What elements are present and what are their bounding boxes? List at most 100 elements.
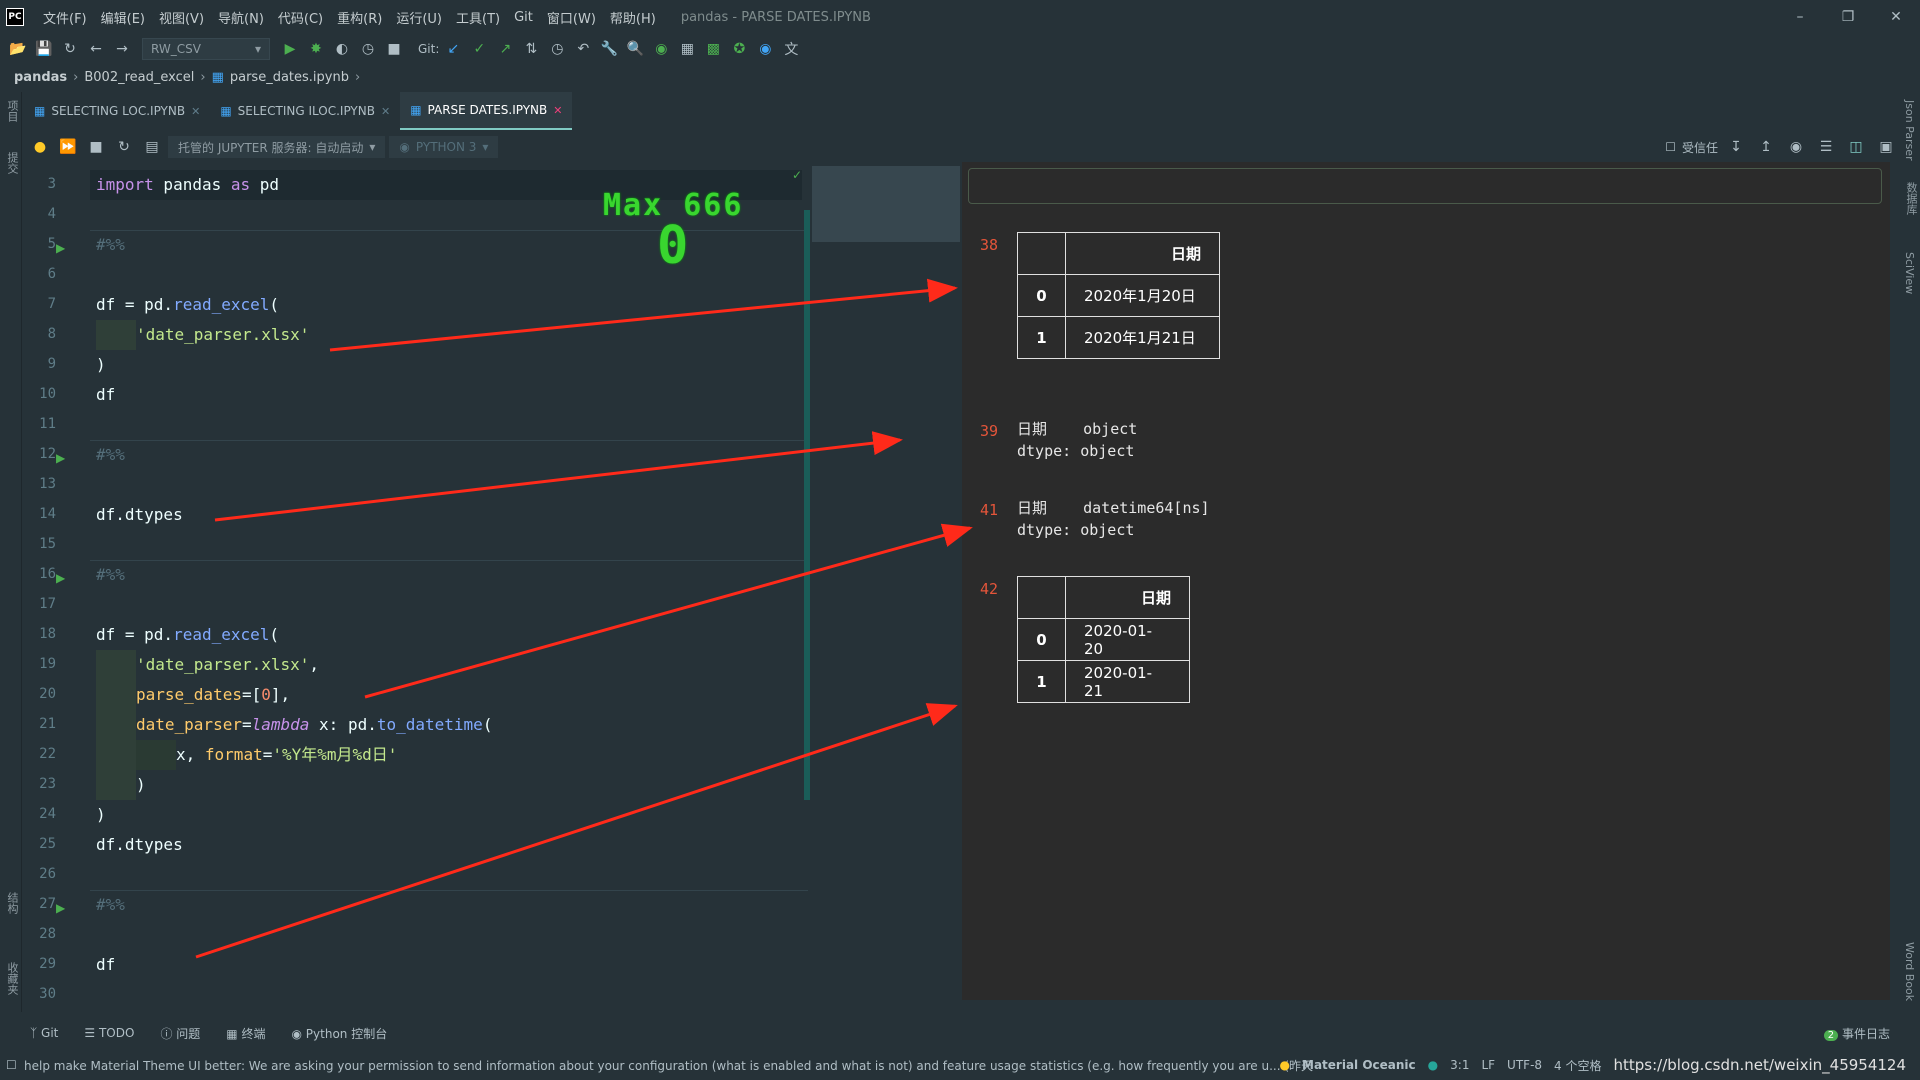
move-down-icon[interactable]: ↧ <box>1724 135 1748 159</box>
sciview-tool-label[interactable]: SciView <box>1903 252 1916 294</box>
back-icon[interactable]: ← <box>84 37 108 61</box>
check-icon: ✓ <box>792 168 803 182</box>
minimize-icon[interactable]: – <box>1776 0 1824 34</box>
structure-icon[interactable]: ▦ <box>675 37 699 61</box>
code-editor[interactable]: import pandas as pd #%% df = pd.read_exc… <box>90 170 808 1000</box>
output-text: 日期 object dtype: object <box>1017 420 1138 460</box>
plugin-icon[interactable]: ✪ <box>727 37 751 61</box>
code-line: 'date_parser.xlsx', <box>96 650 319 680</box>
restart-kernel-icon[interactable]: ↻ <box>112 135 136 159</box>
chevron-right-icon: › <box>73 69 79 85</box>
close-icon[interactable]: ✕ <box>191 105 200 118</box>
menu-code[interactable]: 代码(C) <box>271 8 330 27</box>
indent-setting[interactable]: 4 个空格 <box>1554 1057 1601 1074</box>
translate-icon[interactable]: 文 <box>779 37 803 61</box>
encoding[interactable]: UTF-8 <box>1507 1058 1542 1072</box>
terminal-tool-button[interactable]: ▦ 终端 <box>226 1025 265 1042</box>
breadcrumb-file[interactable]: parse_dates.ipynb <box>230 70 349 85</box>
run-config-dropdown[interactable]: RW_CSV ▾ <box>142 38 270 60</box>
run-cell-icon[interactable]: ▶ <box>56 571 65 585</box>
restore-icon[interactable]: ❐ <box>1824 0 1872 34</box>
theme-name[interactable]: Material Oceanic <box>1302 1058 1416 1072</box>
git-push-icon[interactable]: ↗ <box>493 37 517 61</box>
index-header <box>1017 232 1066 275</box>
material-theme-icon: ● <box>1279 1058 1290 1072</box>
menu-window[interactable]: 窗口(W) <box>540 8 603 27</box>
status-message[interactable]: help make Material Theme UI better: We a… <box>24 1057 1314 1074</box>
tab-selecting-iloc[interactable]: ▦ SELECTING ILOC.IPYNB ✕ <box>210 92 400 130</box>
json-parser-tool-label[interactable]: Json Parser <box>1903 100 1916 161</box>
jupyter-server-dropdown[interactable]: 托管的 JUPYTER 服务器: 自动启动 ▾ <box>168 136 386 158</box>
stop-icon[interactable]: ■ <box>382 37 406 61</box>
menu-edit[interactable]: 编辑(E) <box>94 8 152 27</box>
bottom-tool-bar: ᛉ Git ☰ TODO ⓘ 问题 ▦ 终端 ◉ Python 控制台 2 事件… <box>0 1018 1920 1048</box>
coverage-icon[interactable]: ◐ <box>330 37 354 61</box>
save-icon[interactable]: 💾 <box>32 37 56 61</box>
open-folder-icon[interactable]: 📂 <box>6 37 30 61</box>
line-separator[interactable]: LF <box>1481 1058 1495 1072</box>
profile-icon[interactable]: ◷ <box>356 37 380 61</box>
close-icon[interactable]: ✕ <box>553 104 562 117</box>
menu-navigate[interactable]: 导航(N) <box>211 8 271 27</box>
commit-tool-label[interactable]: 提交 <box>4 152 20 174</box>
kernel-dropdown[interactable]: ◉ PYTHON 3 ▾ <box>389 136 499 158</box>
menu-refactor[interactable]: 重构(R) <box>330 8 389 27</box>
database-icon[interactable]: ◉ <box>753 37 777 61</box>
menu-git[interactable]: Git <box>507 10 540 25</box>
close-icon[interactable]: ✕ <box>1872 0 1920 34</box>
todo-tool-button[interactable]: ☰ TODO <box>84 1026 134 1040</box>
project-tool-label[interactable]: 项目 <box>4 100 20 122</box>
tab-parse-dates[interactable]: ▦ PARSE DATES.IPYNB ✕ <box>400 92 573 130</box>
trusted-checkbox-icon[interactable]: ☐ <box>1665 140 1676 154</box>
search-icon[interactable]: 🔍 <box>623 37 647 61</box>
wrench-icon[interactable]: 🔧 <box>597 37 621 61</box>
python-console-button[interactable]: ◉ Python 控制台 <box>291 1025 387 1042</box>
sync-icon[interactable]: ↻ <box>58 37 82 61</box>
git-update-icon[interactable]: ↙ <box>441 37 465 61</box>
inspect-icon[interactable]: ◉ <box>649 37 673 61</box>
git-compare-icon[interactable]: ⇅ <box>519 37 543 61</box>
line-number: 4 <box>47 206 56 222</box>
menu-help[interactable]: 帮助(H) <box>603 8 663 27</box>
database-tool-label[interactable]: 数据库 <box>1903 182 1919 215</box>
split-view-icon[interactable]: ◫ <box>1844 135 1868 159</box>
variables-icon[interactable]: ▤ <box>140 135 164 159</box>
preview-only-icon[interactable]: ▣ <box>1874 135 1898 159</box>
editor-only-icon[interactable]: ☰ <box>1814 135 1838 159</box>
code-line: x, format='%Y年%m月%d日' <box>96 740 397 770</box>
event-log-button[interactable]: 2 事件日志 <box>1823 1025 1890 1042</box>
move-up-icon[interactable]: ↥ <box>1754 135 1778 159</box>
debug-icon[interactable]: ✸ <box>304 37 328 61</box>
minimap[interactable] <box>812 166 960 242</box>
problems-tool-button[interactable]: ⓘ 问题 <box>160 1025 200 1042</box>
run-all-icon[interactable]: ⏩ <box>56 135 80 159</box>
code-line: df.dtypes <box>96 505 183 524</box>
history-icon[interactable]: ◷ <box>545 37 569 61</box>
git-tool-button[interactable]: ᛉ Git <box>30 1026 58 1040</box>
menu-run[interactable]: 运行(U) <box>389 8 449 27</box>
breadcrumb-project[interactable]: pandas <box>14 70 67 85</box>
menu-file[interactable]: 文件(F) <box>36 8 94 27</box>
server-label: 托管的 JUPYTER 服务器: 自动启动 <box>178 140 364 155</box>
cursor-position[interactable]: 3:1 <box>1450 1058 1469 1072</box>
run-cell-icon[interactable]: ▶ <box>56 901 65 915</box>
editor-scrollbar[interactable] <box>804 210 810 800</box>
word-book-tool-label[interactable]: Word Book <box>1903 942 1916 1001</box>
eye-icon[interactable]: ◉ <box>1784 135 1808 159</box>
menu-tools[interactable]: 工具(T) <box>449 8 507 27</box>
breadcrumb-folder[interactable]: B002_read_excel <box>84 70 194 85</box>
run-cell-icon[interactable]: ▶ <box>56 241 65 255</box>
run-icon[interactable]: ▶ <box>278 37 302 61</box>
git-commit-icon[interactable]: ✓ <box>467 37 491 61</box>
code-line: df = pd.read_excel( <box>96 625 280 644</box>
menu-view[interactable]: 视图(V) <box>152 8 211 27</box>
event-count-badge: 2 <box>1823 1029 1839 1041</box>
scientific-icon[interactable]: ▩ <box>701 37 725 61</box>
lightbulb-icon[interactable]: ● <box>28 135 52 159</box>
tab-selecting-loc[interactable]: ▦ SELECTING LOC.IPYNB ✕ <box>24 92 210 130</box>
rollback-icon[interactable]: ↶ <box>571 37 595 61</box>
stop-kernel-icon[interactable]: ■ <box>84 135 108 159</box>
forward-icon[interactable]: → <box>110 37 134 61</box>
close-icon[interactable]: ✕ <box>381 105 390 118</box>
run-cell-icon[interactable]: ▶ <box>56 451 65 465</box>
